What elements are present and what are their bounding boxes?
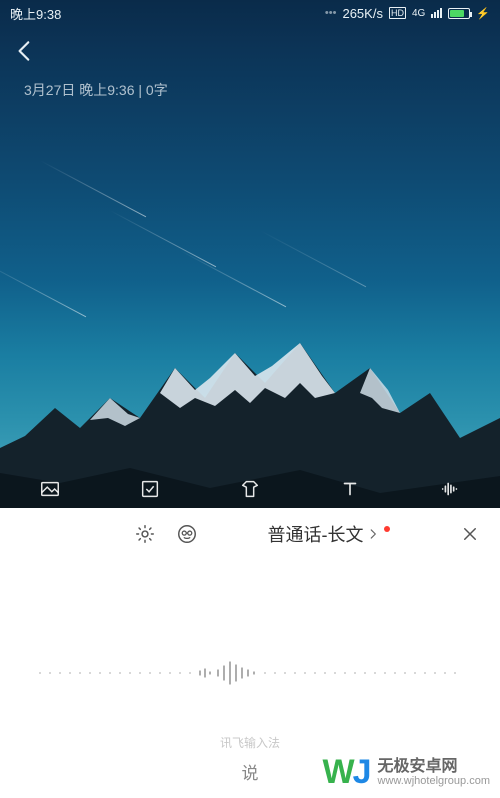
- status-right: ••• 265K/s HD 4G ⚡: [325, 6, 490, 21]
- voice-wave-icon: [439, 478, 461, 500]
- insert-image-button[interactable]: [39, 478, 61, 500]
- watermark-title: 无极安卓网: [378, 758, 491, 776]
- checklist-button[interactable]: [139, 478, 161, 500]
- status-time: 晚上9:38: [10, 4, 61, 23]
- ime-waveform: [0, 648, 500, 698]
- voice-input-button[interactable]: [439, 478, 461, 500]
- phone-screen: 晚上9:38 ••• 265K/s HD 4G ⚡ 3月27日 晚上9:36 |…: [0, 0, 500, 798]
- emoji-glasses-icon: [176, 523, 198, 545]
- watermark-url: www.wjhotelgroup.com: [378, 775, 491, 787]
- chevron-left-icon: [12, 38, 38, 64]
- back-button[interactable]: [12, 38, 42, 68]
- status-net-type: 4G: [412, 8, 425, 19]
- ime-emoji-button[interactable]: [173, 520, 201, 548]
- ime-language-selector[interactable]: 普通话-长文: [268, 521, 390, 547]
- signal-icon: [431, 8, 442, 18]
- decor-streak: [40, 160, 146, 217]
- checklist-icon: [139, 478, 161, 500]
- ime-settings-button[interactable]: [131, 520, 159, 548]
- ime-top-bar: 普通话-长文: [0, 508, 500, 560]
- theme-icon: [239, 478, 261, 500]
- text-style-button[interactable]: [339, 478, 361, 500]
- gear-icon: [134, 523, 156, 545]
- status-bar: 晚上9:38 ••• 265K/s HD 4G ⚡: [0, 0, 500, 26]
- battery-icon: [448, 8, 470, 19]
- note-meta: 3月27日 晚上9:36 | 0字: [24, 80, 168, 100]
- image-icon: [39, 478, 61, 500]
- text-style-icon: [339, 478, 361, 500]
- charging-icon: ⚡: [476, 7, 490, 20]
- decor-streak: [110, 210, 216, 267]
- status-net-speed: 265K/s: [342, 6, 382, 21]
- ime-brand-label: 讯飞输入法: [0, 734, 500, 751]
- notification-dot: [384, 526, 390, 532]
- note-background: [0, 0, 500, 508]
- ime-language-label: 普通话-长文: [268, 521, 364, 547]
- chevron-right-icon: [366, 527, 380, 541]
- watermark-logo-icon: WJ: [322, 753, 369, 792]
- close-icon: [461, 525, 479, 543]
- watermark: WJ 无极安卓网 www.wjhotelgroup.com: [318, 751, 494, 794]
- ime-close-button[interactable]: [456, 520, 484, 548]
- decor-streak: [260, 230, 366, 287]
- note-toolbar: [0, 470, 500, 508]
- volte-icon: HD: [389, 7, 406, 19]
- theme-button[interactable]: [239, 478, 261, 500]
